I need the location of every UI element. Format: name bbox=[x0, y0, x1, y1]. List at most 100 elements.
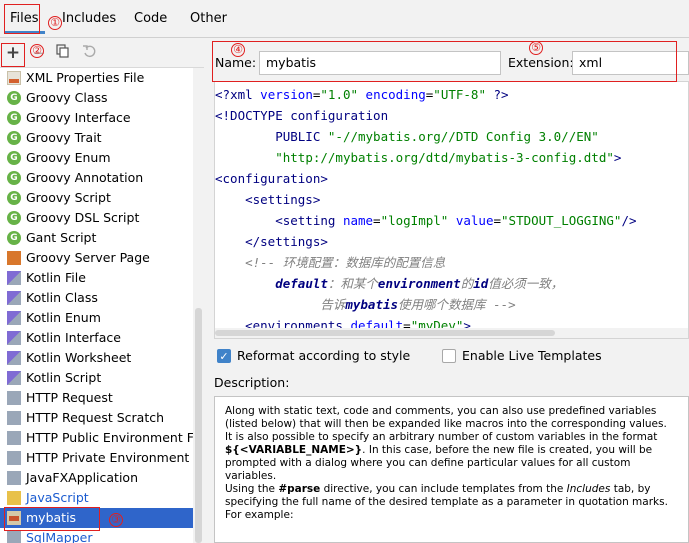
code-line: PUBLIC "-//mybatis.org//DTD Config 3.0//… bbox=[215, 126, 599, 147]
annotation-box-mybatis bbox=[4, 507, 100, 531]
template-item-label: Kotlin Worksheet bbox=[26, 350, 132, 365]
kt-file-icon bbox=[7, 351, 21, 365]
code-line: "http://mybatis.org/dtd/mybatis-3-config… bbox=[215, 147, 621, 168]
template-list-scrollbar[interactable] bbox=[193, 68, 204, 543]
template-item-groovy-interface[interactable]: G Groovy Interface bbox=[0, 108, 193, 128]
code-token: /> bbox=[621, 213, 637, 228]
g-file-icon: G bbox=[7, 151, 21, 165]
description-p3: Using the #parse directive, you can incl… bbox=[225, 483, 668, 521]
template-item-groovy-annotation[interactable]: G Groovy Annotation bbox=[0, 168, 193, 188]
code-token: <settings> bbox=[215, 192, 321, 207]
live-templates-checkbox[interactable] bbox=[442, 349, 456, 363]
template-item-label: Kotlin Class bbox=[26, 290, 98, 305]
code-line: <!-- 环境配置：数据库的配置信息 bbox=[215, 252, 445, 273]
live-templates-label[interactable]: Enable Live Templates bbox=[462, 348, 602, 363]
template-item-label: XML Properties File bbox=[26, 70, 145, 85]
code-token: <!-- 环境配置：数据库的配置信息 bbox=[215, 255, 446, 270]
template-item-kotlin-interface[interactable]: Kotlin Interface bbox=[0, 328, 193, 348]
code-token: default bbox=[275, 276, 328, 291]
template-editor-panel: Name: mybatis Extension: xml <?xml versi… bbox=[205, 38, 689, 543]
template-item-label: HTTP Request Scratch bbox=[26, 410, 165, 425]
annotation-marker-5: ⑤ bbox=[529, 41, 543, 55]
jfx-file-icon bbox=[7, 471, 21, 485]
code-line: <!DOCTYPE configuration bbox=[215, 105, 388, 126]
template-item-http-private-environment-file[interactable]: HTTP Private Environment File bbox=[0, 448, 193, 468]
editor-hscroll-thumb[interactable] bbox=[215, 330, 555, 336]
template-item-label: HTTP Request bbox=[26, 390, 113, 405]
api-file-icon bbox=[7, 431, 21, 445]
template-item-kotlin-worksheet[interactable]: Kotlin Worksheet bbox=[0, 348, 193, 368]
code-token: environment bbox=[377, 276, 461, 291]
description-box: Along with static text, code and comment… bbox=[214, 396, 689, 543]
template-item-label: HTTP Public Environment File bbox=[26, 430, 193, 445]
tab-includes[interactable]: Includes bbox=[56, 4, 122, 34]
template-item-label: Kotlin Interface bbox=[26, 330, 121, 345]
template-item-kotlin-file[interactable]: Kotlin File bbox=[0, 268, 193, 288]
code-token: </settings> bbox=[215, 234, 328, 249]
template-item-groovy-server-page[interactable]: Groovy Server Page bbox=[0, 248, 193, 268]
annotation-marker-1: ① bbox=[48, 16, 62, 30]
reformat-checkbox[interactable]: ✓ bbox=[217, 349, 231, 363]
template-item-javafxapplication[interactable]: JavaFXApplication bbox=[0, 468, 193, 488]
template-item-http-request-scratch[interactable]: HTTP Request Scratch bbox=[0, 408, 193, 428]
tab-bar: Files Includes Code Other bbox=[0, 0, 689, 38]
code-token: id bbox=[473, 276, 489, 291]
copy-template-button[interactable] bbox=[54, 44, 72, 62]
template-item-kotlin-class[interactable]: Kotlin Class bbox=[0, 288, 193, 308]
code-token: <? bbox=[215, 87, 231, 102]
template-item-kotlin-script[interactable]: Kotlin Script bbox=[0, 368, 193, 388]
code-token: 值必须一致， bbox=[488, 276, 564, 291]
kt-file-icon bbox=[7, 271, 21, 285]
template-item-label: Groovy Trait bbox=[26, 130, 102, 145]
sql-file-icon bbox=[7, 531, 21, 543]
scrollbar-thumb[interactable] bbox=[195, 308, 202, 543]
g-file-icon: G bbox=[7, 131, 21, 145]
code-line: <settings> bbox=[215, 189, 320, 210]
reset-template-button[interactable] bbox=[80, 44, 98, 62]
description-p1: Along with static text, code and comment… bbox=[225, 405, 667, 430]
code-token: mybatis bbox=[345, 297, 399, 312]
kt-file-icon bbox=[7, 371, 21, 385]
template-item-groovy-enum[interactable]: G Groovy Enum bbox=[0, 148, 193, 168]
g-file-icon: G bbox=[7, 111, 21, 125]
template-code-editor[interactable]: <?xml version="1.0" encoding="UTF-8" ?> <… bbox=[214, 81, 689, 339]
template-item-groovy-script[interactable]: G Groovy Script bbox=[0, 188, 193, 208]
template-item-http-public-environment-file[interactable]: HTTP Public Environment File bbox=[0, 428, 193, 448]
description-p2: It is also possible to specify an arbitr… bbox=[225, 431, 658, 482]
template-item-label: Kotlin Enum bbox=[26, 310, 101, 325]
template-item-groovy-class[interactable]: G Groovy Class bbox=[0, 88, 193, 108]
code-line: default：和某个environment的id值必须一致， bbox=[215, 273, 563, 294]
code-token: "-//mybatis.org//DTD Config 3.0//EN" bbox=[327, 129, 599, 144]
template-item-kotlin-enum[interactable]: Kotlin Enum bbox=[0, 308, 193, 328]
template-item-http-request[interactable]: HTTP Request bbox=[0, 388, 193, 408]
annotation-box-add-button bbox=[1, 43, 25, 67]
template-item-label: Groovy Annotation bbox=[26, 170, 144, 185]
xml-file-icon bbox=[7, 71, 21, 85]
template-item-label: Gant Script bbox=[26, 230, 97, 245]
kt-file-icon bbox=[7, 311, 21, 325]
template-item-groovy-trait[interactable]: G Groovy Trait bbox=[0, 128, 193, 148]
gsp-file-icon bbox=[7, 251, 21, 265]
template-item-gant-script[interactable]: G Gant Script bbox=[0, 228, 193, 248]
tab-code[interactable]: Code bbox=[128, 4, 173, 34]
template-item-xml-properties-file[interactable]: XML Properties File bbox=[0, 68, 193, 88]
template-item-javascript[interactable]: JavaScript bbox=[0, 488, 193, 508]
tab-other[interactable]: Other bbox=[184, 4, 233, 34]
code-token: <configuration> bbox=[215, 171, 328, 186]
g-file-icon: G bbox=[7, 91, 21, 105]
editor-hscrollbar[interactable] bbox=[215, 328, 688, 338]
checkmark-icon: ✓ bbox=[219, 350, 229, 363]
template-item-label: Groovy Script bbox=[26, 190, 111, 205]
description-label: Description: bbox=[214, 375, 290, 390]
code-token: ：和某个 bbox=[327, 276, 378, 291]
template-item-label: Groovy Class bbox=[26, 90, 108, 105]
template-list-panel: + − XML Properties File G Groovy Class G Gro… bbox=[0, 38, 204, 543]
api-file-icon bbox=[7, 451, 21, 465]
code-token: <setting bbox=[215, 213, 343, 228]
reformat-label[interactable]: Reformat according to style bbox=[237, 348, 410, 363]
template-item-groovy-dsl-script[interactable]: G Groovy DSL Script bbox=[0, 208, 193, 228]
annotation-marker-3: ③ bbox=[109, 513, 123, 527]
code-token: version bbox=[260, 87, 313, 102]
